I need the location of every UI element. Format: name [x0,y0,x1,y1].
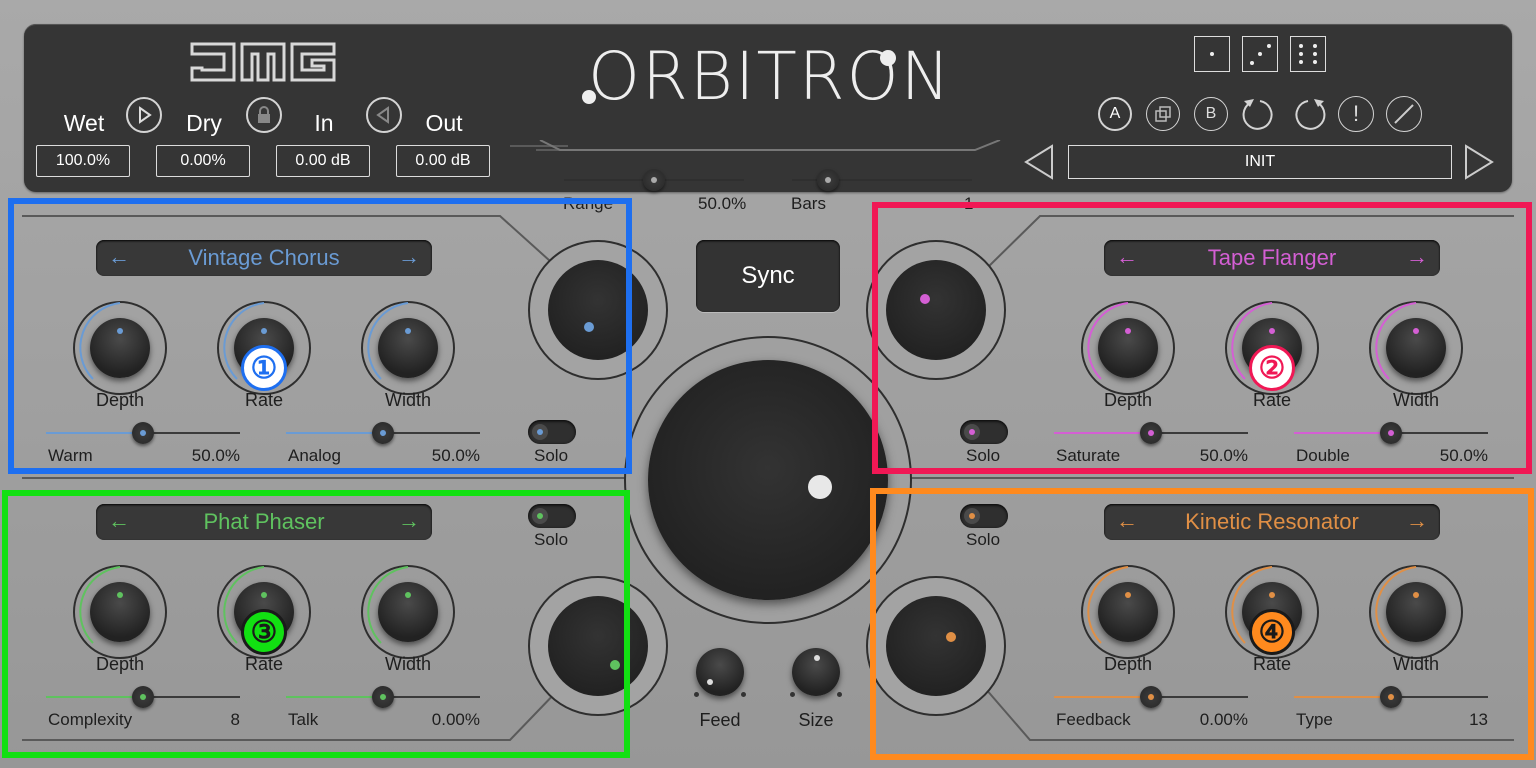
wet-link-button[interactable] [126,97,162,133]
dice-pip [1313,44,1317,48]
range-value: 50.0% [698,194,747,213]
dice-pip [1299,52,1303,56]
sync-button[interactable]: Sync [696,240,840,312]
dice-pip [1313,60,1317,64]
main-orbit-pad[interactable] [648,360,888,600]
undo-icon[interactable] [1240,95,1280,135]
lock-icon [258,106,270,123]
dice-pip [1313,52,1317,56]
bars-thumb-dot [825,177,831,183]
dice-pip [1299,60,1303,64]
random-three-button[interactable] [1242,36,1278,72]
dry-label: Dry [186,110,222,136]
out-label: Out [425,110,463,136]
preset-b-button[interactable]: B [1194,97,1228,131]
annotation-frame-1 [8,198,632,474]
app-title: ORBITRON [578,42,962,112]
play-right-icon [139,106,152,124]
main-orbit-puck[interactable] [808,475,832,499]
warning-button[interactable]: ! [1338,96,1374,132]
annotation-frame-3 [2,490,630,758]
play-left-icon [376,106,389,124]
random-six-button[interactable] [1290,36,1326,72]
annotation-frame-2 [872,202,1532,474]
dice-pip [1258,52,1262,56]
random-one-button[interactable] [1194,36,1230,72]
wet-label: Wet [63,110,105,136]
copy-icon [1155,106,1171,122]
bars-slider-thumb[interactable] [817,169,839,191]
size-min-tick [790,692,795,697]
feed-min-tick [694,692,699,697]
dice-pip [1299,44,1303,48]
range-thumb-dot [651,177,657,183]
size-label: Size [798,710,834,730]
slash-icon [1394,104,1414,124]
dry-lock-button[interactable] [246,97,282,133]
redo-icon[interactable] [1288,95,1328,135]
bars-label: Bars [791,194,826,213]
dice-pip [1250,61,1254,65]
feed-knob[interactable] [696,648,744,696]
bypass-button[interactable] [1386,96,1422,132]
in-out-link-button[interactable] [366,97,402,133]
jmg-logo [190,42,336,82]
dice-pip [1210,52,1214,56]
preset-a-button[interactable]: A [1098,97,1132,131]
annotation-frame-4 [870,488,1534,760]
dice-pip [1267,44,1271,48]
title-orbit-dot-right [880,50,896,66]
feed-max-tick [741,692,746,697]
copy-button[interactable] [1146,97,1180,131]
plugin-window: ORBITRON Wet 100.0% Dry 0.00% In 0.00 dB… [0,0,1536,768]
range-slider-thumb[interactable] [643,169,665,191]
size-max-tick [837,692,842,697]
size-knob-indicator [814,655,820,661]
title-orbit-dot-left [582,90,596,104]
size-knob[interactable] [792,648,840,696]
feed-knob-indicator [707,679,713,685]
in-label: In [314,110,334,136]
